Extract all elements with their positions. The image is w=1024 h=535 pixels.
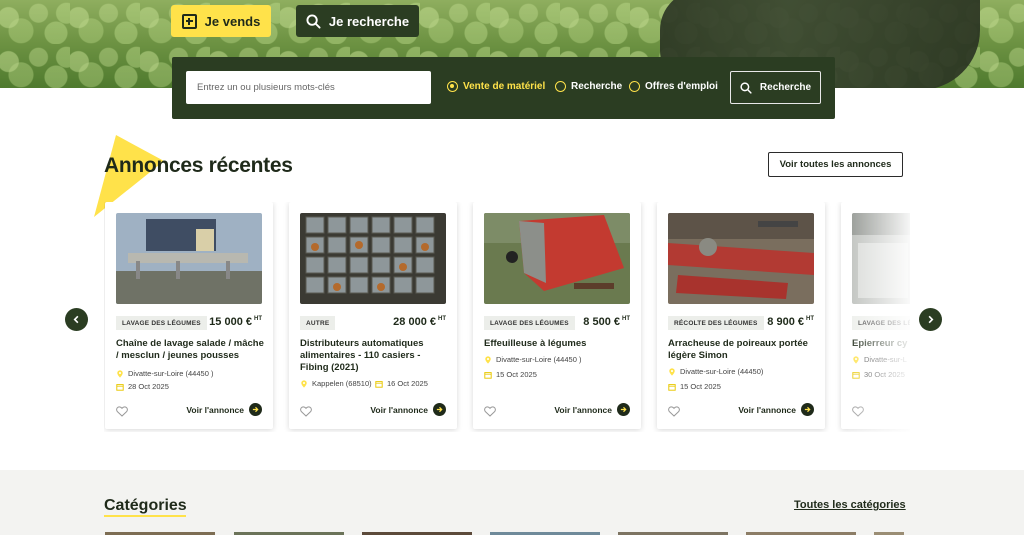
heart-icon[interactable] — [300, 406, 312, 417]
search-icon — [740, 81, 752, 94]
location-pin-icon — [669, 367, 675, 376]
search-icon — [306, 13, 321, 29]
listing-date: 15 Oct 2025 — [668, 382, 721, 391]
radio-sale-label: Vente de matériel — [463, 81, 546, 92]
listing-photo[interactable] — [300, 213, 446, 304]
listing-card[interactable]: RÉCOLTE DES LÉGUMES 8 900 € HT Arracheuse… — [657, 202, 825, 429]
listing-card[interactable]: LAVAGE DES LÉ Epierreur cy Divatte-sur-L… — [841, 202, 910, 429]
heart-icon[interactable] — [484, 406, 496, 417]
title-underline — [104, 515, 186, 517]
view-listing-link[interactable]: Voir l'annonce — [738, 403, 814, 416]
search-wanted-button[interactable]: Je recherche — [296, 5, 419, 37]
section-title-categories: Catégories — [104, 497, 187, 514]
listing-photo[interactable] — [116, 213, 262, 304]
listing-card[interactable]: LAVAGE DES LÉGUMES 8 500 € HT Effeuilleus… — [473, 202, 641, 429]
sell-button-label: Je vends — [204, 13, 261, 29]
listing-location: Divatte-sur-Loire (44450) — [668, 367, 763, 376]
category-badge: LAVAGE DES LÉGUMES — [484, 316, 575, 330]
carousel-next-button[interactable] — [919, 308, 942, 331]
radio-circle — [447, 81, 458, 92]
search-wanted-label: Je recherche — [328, 13, 410, 29]
listing-price: 28 000 € HT — [393, 316, 446, 328]
listing-price: 8 500 € HT — [583, 316, 630, 328]
location-pin-icon — [853, 355, 859, 364]
listing-location: Divatte-sur-Loire (44450 ) — [116, 369, 213, 378]
view-listing-link[interactable]: Voir l'annonce — [186, 403, 262, 416]
see-all-listings-button[interactable]: Voir toutes les annonces — [768, 152, 903, 177]
listing-photo[interactable] — [484, 213, 630, 304]
search-submit-button[interactable]: Recherche — [730, 71, 821, 104]
category-badge: LAVAGE DES LÉ — [852, 316, 910, 330]
calendar-icon — [484, 371, 492, 379]
listing-date: 16 Oct 2025 — [375, 379, 428, 388]
calendar-icon — [852, 371, 860, 379]
listing-title[interactable]: Chaîne de lavage salade / mâche / mesclu… — [116, 338, 264, 362]
sell-button[interactable]: Je vends — [171, 5, 271, 37]
category-badge: RÉCOLTE DES LÉGUMES — [668, 316, 764, 330]
radio-circle — [629, 81, 640, 92]
search-submit-label: Recherche — [759, 82, 812, 93]
search-panel: Vente de matériel Recherche Offres d'emp… — [172, 57, 835, 119]
listing-price: 8 900 € HT — [767, 316, 814, 328]
arrow-right-icon — [433, 403, 446, 416]
listing-title[interactable]: Distributeurs automatiques alimentaires … — [300, 338, 448, 374]
listing-title[interactable]: Effeuilleuse à légumes — [484, 338, 632, 350]
calendar-icon — [116, 383, 124, 391]
listing-photo[interactable] — [852, 213, 910, 304]
listing-date: 30 Oct 2025 — [852, 370, 905, 379]
listing-location: Divatte-sur-L — [852, 355, 907, 364]
radio-circle — [555, 81, 566, 92]
arrow-right-icon — [249, 403, 262, 416]
view-listing-link[interactable]: Voir l'annonce — [370, 403, 446, 416]
radio-sale[interactable]: Vente de matériel — [447, 81, 545, 92]
listing-title[interactable]: Epierreur cy — [852, 338, 910, 350]
chevron-left-icon — [73, 315, 79, 324]
listing-location: Kappelen (68510) — [300, 379, 372, 388]
listing-card[interactable]: AUTRE 28 000 € HT Distributeurs automatiq… — [289, 202, 457, 429]
radio-jobs-label: Offres d'emploi — [645, 81, 718, 92]
section-title-recent: Annonces récentes — [104, 154, 293, 177]
location-pin-icon — [485, 355, 491, 364]
heart-icon[interactable] — [116, 406, 128, 417]
heart-icon[interactable] — [852, 406, 864, 417]
listing-price: 15 000 € HT — [209, 316, 262, 328]
carousel-prev-button[interactable] — [65, 308, 88, 331]
listing-date: 28 Oct 2025 — [116, 382, 169, 391]
category-badge: AUTRE — [300, 316, 336, 330]
location-pin-icon — [117, 369, 123, 378]
location-pin-icon — [301, 379, 307, 388]
chevron-right-icon — [928, 315, 934, 324]
calendar-icon — [375, 380, 383, 388]
category-badge: LAVAGE DES LÉGUMES — [116, 316, 207, 330]
arrow-right-icon — [617, 403, 630, 416]
heart-icon[interactable] — [668, 406, 680, 417]
listing-card[interactable]: LAVAGE DES LÉGUMES 15 000 € HT Chaîne de … — [105, 202, 273, 429]
radio-research-label: Recherche — [571, 81, 623, 92]
listing-title[interactable]: Arracheuse de poireaux portée légère Sim… — [668, 338, 816, 362]
calendar-icon — [668, 383, 676, 391]
keywords-input[interactable] — [186, 71, 431, 104]
listing-location: Divatte-sur-Loire (44450 ) — [484, 355, 581, 364]
arrow-right-icon — [801, 403, 814, 416]
radio-jobs[interactable]: Offres d'emploi — [629, 81, 718, 92]
view-listing-link[interactable]: Voir l'annonce — [554, 403, 630, 416]
radio-research[interactable]: Recherche — [555, 81, 622, 92]
all-categories-link[interactable]: Toutes les catégories — [794, 499, 906, 511]
listings-carousel: LAVAGE DES LÉGUMES 15 000 € HT Chaîne de … — [104, 202, 910, 432]
listing-photo[interactable] — [668, 213, 814, 304]
listing-date: 15 Oct 2025 — [484, 370, 537, 379]
plus-square-icon — [181, 13, 197, 29]
